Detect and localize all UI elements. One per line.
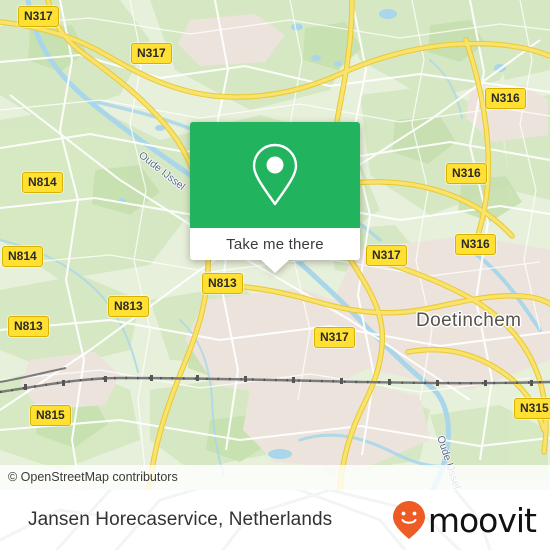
- road-shield-n814[interactable]: N814: [2, 246, 43, 267]
- callout-action-area[interactable]: Take me there: [190, 228, 360, 273]
- screenshot-root: Doetinchem Oude IJssel Oude IJssel N317 …: [0, 0, 550, 550]
- map-pin-icon: [252, 143, 298, 206]
- road-shield-n815[interactable]: N815: [30, 405, 71, 426]
- road-shield-n316[interactable]: N316: [485, 88, 526, 109]
- road-shield-n315[interactable]: N315: [514, 398, 550, 419]
- footer-content: Jansen Horecaservice, Netherlands moovit: [0, 490, 550, 550]
- footer-bar: Jansen Horecaservice, Netherlands moovit: [0, 490, 550, 550]
- map-attribution[interactable]: © OpenStreetMap contributors: [0, 465, 550, 490]
- road-shield-n317[interactable]: N317: [131, 43, 172, 64]
- road-shield-n316[interactable]: N316: [446, 163, 487, 184]
- moovit-logo[interactable]: moovit: [392, 500, 537, 540]
- moovit-pin-smiley-icon: [392, 501, 425, 539]
- road-shield-n317[interactable]: N317: [314, 327, 355, 348]
- location-callout-card[interactable]: Take me there: [190, 122, 360, 273]
- road-shield-n813[interactable]: N813: [202, 273, 243, 294]
- road-shield-n317[interactable]: N317: [366, 245, 407, 266]
- road-shield-n813[interactable]: N813: [108, 296, 149, 317]
- road-shield-n813[interactable]: N813: [8, 316, 49, 337]
- take-me-there-label: Take me there: [226, 235, 324, 253]
- road-shield-n317[interactable]: N317: [18, 6, 59, 27]
- callout-pointer: [261, 260, 289, 273]
- place-title: Jansen Horecaservice, Netherlands: [28, 509, 333, 530]
- moovit-wordmark: moovit: [427, 500, 537, 540]
- road-shield-n814[interactable]: N814: [22, 172, 63, 193]
- road-shield-n316[interactable]: N316: [455, 234, 496, 255]
- callout-icon-area: [190, 122, 360, 228]
